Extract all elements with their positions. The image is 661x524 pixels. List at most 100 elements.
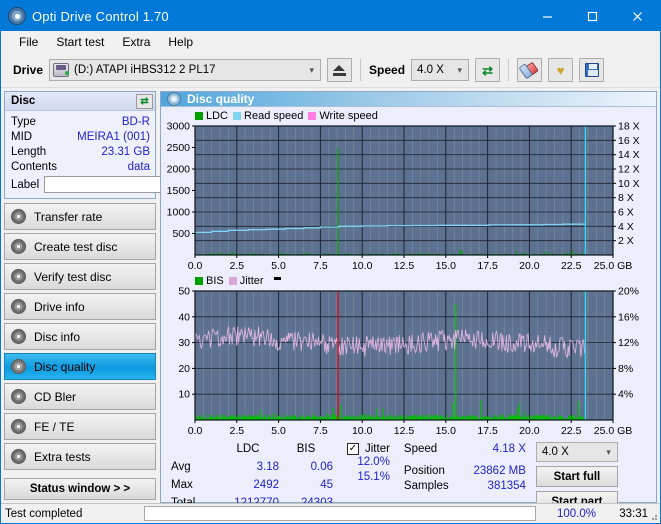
- samples-row: Samples 381354: [404, 478, 526, 493]
- sidebar-item-label: Extra tests: [34, 449, 91, 464]
- content-panel: Disc quality LDC Read speed Write speed …: [160, 91, 657, 512]
- disc-label-key: Label: [11, 178, 40, 191]
- stats-bis-avg: 0.06: [310, 461, 333, 474]
- close-icon[interactable]: [615, 1, 660, 31]
- speed-column: Speed 4.18 X Position 23862 MB Samples 3…: [404, 441, 526, 512]
- disc-row-value: 23.31 GB: [101, 145, 150, 158]
- disc-row-value: BD-R: [121, 115, 150, 128]
- sidebar-item-transfer-rate[interactable]: Transfer rate: [4, 203, 156, 230]
- legend-item-write-speed: Write speed: [308, 110, 378, 122]
- legend-label: Read speed: [244, 109, 304, 122]
- stats-header-ldc: LDC: [236, 443, 260, 456]
- svg-text:4%: 4%: [618, 389, 633, 401]
- svg-text:25.0 GB: 25.0 GB: [594, 260, 633, 272]
- svg-text:16%: 16%: [618, 311, 639, 323]
- stats-corner: [171, 441, 217, 459]
- sidebar-item-cd-bler[interactable]: CD Bler: [4, 383, 156, 410]
- disc-row-mid: MID MEIRA1 (001): [11, 129, 150, 144]
- test-speed-value: 4.0 X: [541, 446, 569, 458]
- speed-select[interactable]: 4.0 X ▾: [411, 59, 470, 81]
- sidebar-item-fe-te[interactable]: FE / TE: [4, 413, 156, 440]
- svg-text:6 X: 6 X: [618, 207, 634, 219]
- drive-select-value: (D:) ATAPI iHBS312 2 PL17: [74, 64, 216, 76]
- minimize-icon[interactable]: [525, 1, 570, 31]
- svg-text:7.5: 7.5: [313, 425, 328, 437]
- title-bar: Opti Drive Control 1.70: [1, 1, 660, 31]
- menu-item-start-test[interactable]: Start test: [47, 33, 113, 52]
- erase-button[interactable]: [517, 58, 543, 82]
- svg-text:20.0: 20.0: [519, 425, 540, 437]
- sidebar-item-disc-quality[interactable]: Disc quality: [4, 353, 156, 380]
- chart-ldc-speed: 500 1000 1500 2000 2500 3000 2 X 4 X 6 X 8 X 10 X 1…: [165, 122, 652, 272]
- stats-area: LDC BIS Avg 3.18 0.06 Max 2492 45 Tota: [161, 437, 656, 512]
- jitter-max: 15.1%: [357, 471, 390, 483]
- stats-row-label-max: Max: [171, 478, 193, 491]
- legend-label: BIS: [206, 274, 224, 287]
- cymbal-button[interactable]: ♥: [548, 58, 574, 82]
- svg-text:1500: 1500: [167, 185, 191, 197]
- action-buttons: 4.0 X ▾ Start full Start part: [535, 441, 618, 512]
- svg-text:12.5: 12.5: [394, 260, 415, 272]
- table-row-header: LDC BIS: [171, 441, 333, 459]
- disc-icon: [11, 329, 26, 344]
- legend-label: LDC: [206, 109, 229, 122]
- svg-text:17.5: 17.5: [477, 425, 498, 437]
- position-value: 23862 MB: [473, 464, 526, 477]
- svg-text:2.5: 2.5: [229, 425, 244, 437]
- svg-text:10 X: 10 X: [618, 178, 640, 190]
- svg-text:5.0: 5.0: [271, 425, 286, 437]
- sidebar-item-drive-info[interactable]: Drive info: [4, 293, 156, 320]
- chevron-down-icon: ▾: [309, 64, 315, 75]
- disc-icon: [11, 359, 26, 374]
- sidebar-item-label: Create test disc: [34, 239, 118, 254]
- menu-item-extra[interactable]: Extra: [113, 33, 159, 52]
- test-speed-select[interactable]: 4.0 X ▾: [535, 442, 618, 462]
- svg-text:18 X: 18 X: [618, 122, 640, 133]
- sidebar: Disc ⇄ Type BD-R MID MEIRA1 (001) Length…: [4, 91, 250, 503]
- svg-text:8%: 8%: [618, 363, 633, 375]
- toolbar-divider-2: [508, 59, 510, 81]
- svg-text:14 X: 14 X: [618, 149, 640, 161]
- disc-icon: [11, 389, 26, 404]
- stats-row-label-avg: Avg: [171, 461, 191, 474]
- menu-bar: File Start test Extra Help: [1, 31, 660, 53]
- legend-swatch-jitter: [228, 276, 237, 285]
- svg-text:17.5: 17.5: [477, 260, 498, 272]
- sidebar-item-extra-tests[interactable]: Extra tests: [4, 443, 156, 470]
- save-button[interactable]: [579, 58, 605, 82]
- disc-row-key: Type: [11, 115, 36, 128]
- disc-icon: [11, 419, 26, 434]
- svg-text:10.0: 10.0: [352, 260, 373, 272]
- cymbal-icon: ♥: [556, 62, 565, 78]
- content-header: Disc quality: [161, 92, 656, 107]
- svg-text:1000: 1000: [167, 207, 191, 219]
- stats-ldc-avg: 3.18: [256, 461, 279, 474]
- toolbar-divider: [360, 59, 362, 81]
- start-full-button[interactable]: Start full: [535, 466, 618, 487]
- legend-item-bis: BIS: [195, 275, 224, 287]
- svg-text:3000: 3000: [167, 122, 191, 133]
- sidebar-item-create-test-disc[interactable]: Create test disc: [4, 233, 156, 260]
- disc-label-row: Label: [11, 175, 250, 194]
- jitter-checkbox[interactable]: ✓: [347, 442, 359, 455]
- main-area: Disc ⇄ Type BD-R MID MEIRA1 (001) Length…: [1, 88, 660, 512]
- disc-row-value: MEIRA1 (001): [77, 130, 150, 143]
- disc-refresh-button[interactable]: ⇄: [136, 93, 153, 109]
- menu-item-help[interactable]: Help: [159, 33, 202, 52]
- svg-text:22.5: 22.5: [561, 260, 582, 272]
- svg-text:12%: 12%: [618, 337, 639, 349]
- refresh-button[interactable]: ⇄: [475, 58, 501, 82]
- eject-button[interactable]: [327, 58, 353, 82]
- disc-icon: [11, 299, 26, 314]
- sidebar-item-label: FE / TE: [34, 419, 75, 434]
- resize-grip[interactable]: [648, 511, 658, 521]
- charts-area: LDC Read speed Write speed 500 1000 1500 20…: [161, 107, 656, 438]
- menu-item-file[interactable]: File: [10, 33, 47, 52]
- status-window-button[interactable]: Status window > >: [4, 478, 156, 500]
- drive-select[interactable]: (D:) ATAPI iHBS312 2 PL17 ▾: [49, 59, 322, 81]
- disc-row-key: Contents: [11, 160, 58, 173]
- maximize-icon[interactable]: [570, 1, 615, 31]
- sidebar-item-verify-test-disc[interactable]: Verify test disc: [4, 263, 156, 290]
- svg-text:22.5: 22.5: [561, 425, 582, 437]
- sidebar-item-disc-info[interactable]: Disc info: [4, 323, 156, 350]
